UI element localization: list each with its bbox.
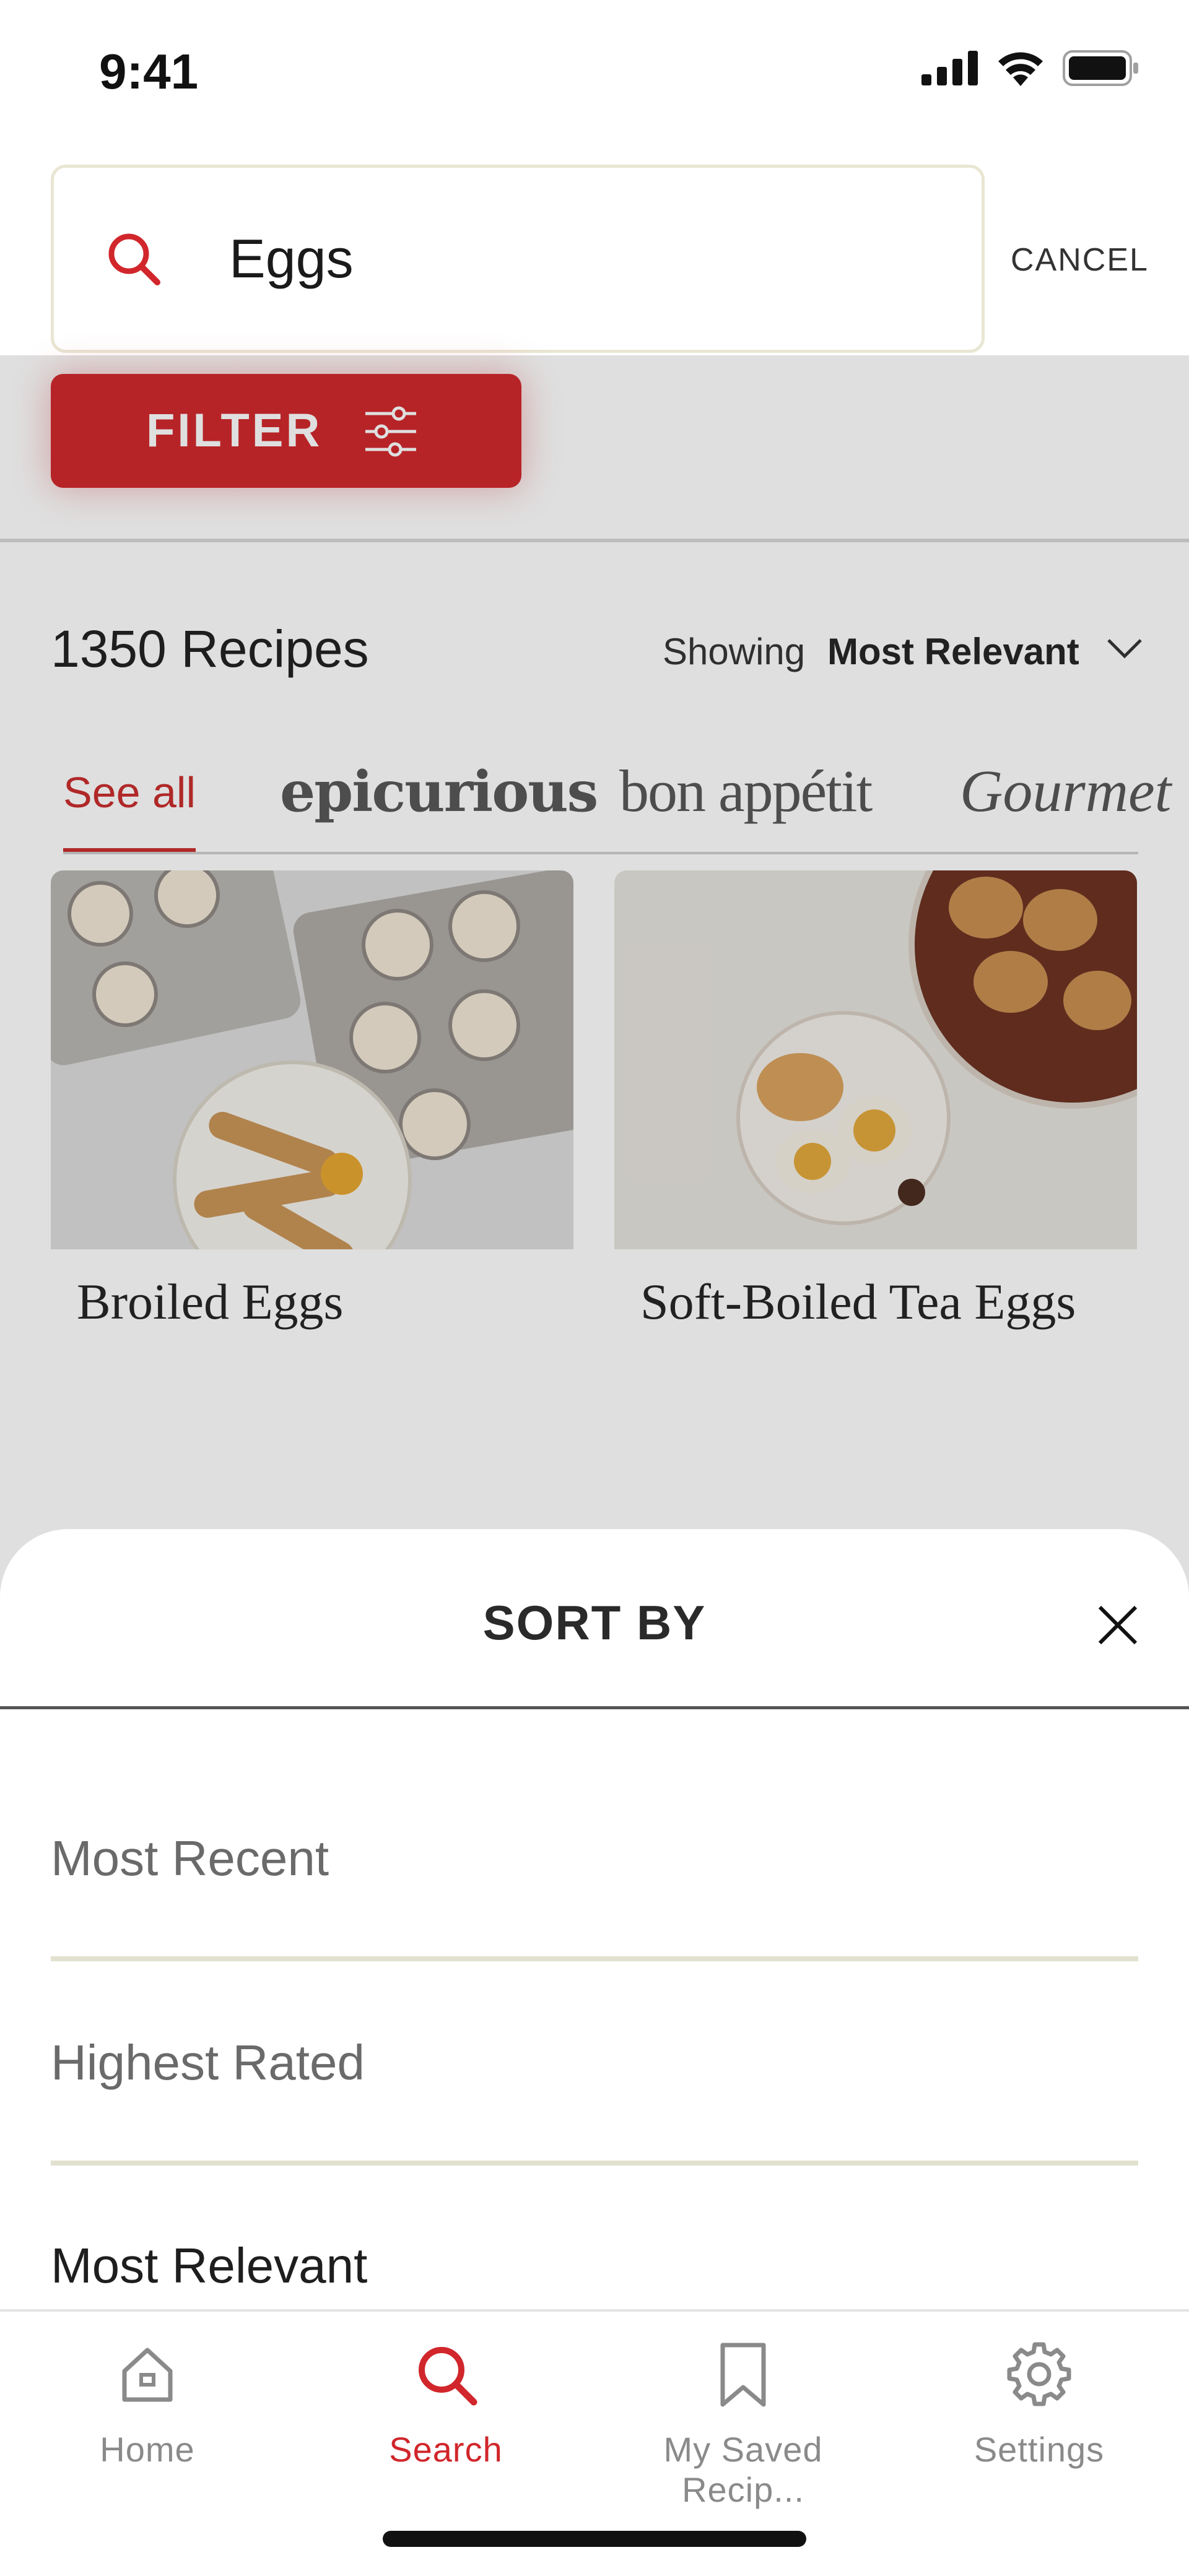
sort-option-most-recent[interactable]: Most Recent bbox=[51, 1830, 329, 1887]
gear-icon bbox=[1007, 2342, 1071, 2406]
sheet-title: SORT BY bbox=[482, 1595, 707, 1650]
search-query[interactable]: Eggs bbox=[229, 230, 354, 287]
status-time: 9:41 bbox=[99, 44, 199, 99]
wifi-icon bbox=[998, 52, 1043, 86]
nav-search-label: Search bbox=[389, 2430, 503, 2469]
nav-saved-label: My Saved Recip... bbox=[663, 2430, 823, 2509]
cancel-button[interactable]: CANCEL bbox=[1011, 241, 1149, 279]
option-divider bbox=[51, 2161, 1138, 2166]
home-icon bbox=[122, 2348, 173, 2402]
search-field[interactable] bbox=[51, 165, 985, 353]
status-bar: 9:41 bbox=[0, 0, 1189, 149]
sheet-divider bbox=[0, 1706, 1189, 1709]
nav-settings-label: Settings bbox=[973, 2430, 1105, 2469]
signal-icon bbox=[921, 51, 978, 85]
nav-saved-recipes[interactable]: My Saved Recip... bbox=[607, 2340, 879, 2510]
search-icon bbox=[419, 2347, 477, 2406]
nav-home-label: Home bbox=[100, 2430, 195, 2469]
status-icons bbox=[921, 50, 1139, 87]
search-icon bbox=[108, 233, 160, 285]
sort-option-most-relevant[interactable]: Most Relevant bbox=[51, 2237, 367, 2294]
sort-option-highest-rated[interactable]: Highest Rated bbox=[51, 2034, 365, 2091]
nav-home[interactable]: Home bbox=[11, 2340, 284, 2470]
battery-icon bbox=[1063, 50, 1138, 86]
option-divider bbox=[51, 1956, 1138, 1961]
nav-search[interactable]: Search bbox=[310, 2340, 582, 2470]
bookmark-icon bbox=[720, 2343, 766, 2407]
close-icon[interactable] bbox=[1096, 1603, 1139, 1647]
home-indicator bbox=[383, 2531, 806, 2547]
nav-settings[interactable]: Settings bbox=[903, 2340, 1175, 2470]
